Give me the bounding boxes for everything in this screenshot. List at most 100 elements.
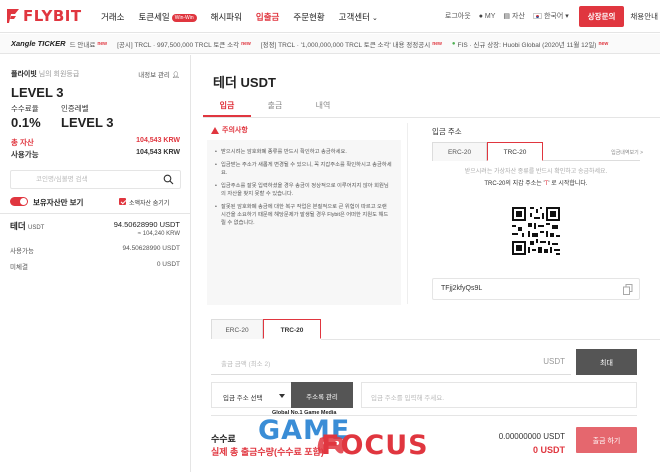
divider [0, 213, 191, 214]
withdraw-submit-button[interactable]: 출금 하기 [576, 427, 637, 453]
coin-amount: 94.50628990 USDT [113, 220, 180, 229]
win-win-badge: Win-Win [171, 14, 197, 22]
recruit-link[interactable]: 채용안내 [630, 11, 658, 22]
address-book-button[interactable]: 주소록 관리 [291, 382, 353, 408]
brand-logo[interactable]: FLYBIT [6, 7, 82, 25]
withdraw-amount-placeholder: 출금 금액 (최소 2) [221, 361, 271, 368]
deposit-address-field[interactable]: TFjj2kfyQs9L [432, 278, 640, 300]
deposit-address-title: 입금 주소 [432, 127, 462, 136]
menu-order-status[interactable]: 주문현황 [293, 11, 324, 23]
fee-rate-value: 0.1% [11, 115, 41, 130]
korea-flag-icon [532, 13, 542, 19]
user-icon: ● [478, 12, 483, 20]
chevron-down-icon [279, 394, 285, 398]
copy-icon[interactable] [623, 284, 633, 295]
deposit-address-section: 입금 주소 ERC-20 TRC-20 입금내역보기 > 받으시려는 가상자산 … [416, 123, 660, 304]
search-icon[interactable] [163, 174, 174, 185]
holdings-only-toggle[interactable] [10, 197, 28, 206]
my-info-link[interactable]: 내정보 관리 👤︎ [138, 69, 180, 79]
chevron-down-icon: ▾ [565, 13, 569, 20]
wallet-icon: ▤ [503, 13, 511, 20]
withdraw-address-input[interactable]: 입금 주소를 입력해 주세요. [361, 382, 637, 408]
language-select[interactable]: 한국어 ▾ [532, 11, 571, 21]
menu-exchange[interactable]: 거래소 [101, 11, 124, 23]
ticker-label: Xangle TICKER [11, 39, 66, 48]
user-menu: 로그아웃 ● MY ▤ 자산 한국어 ▾ 상장문의 채용안내 [445, 5, 660, 27]
auth-level-value: LEVEL 3 [61, 115, 114, 130]
notice-item: 입금주소를 잘못 입력하셨을 경우 송금이 정상적으로 이루어지지 않아 회원님… [215, 182, 393, 198]
notice-section: 주의사항 받으시려는 암호화폐 종류를 반드시 확인하고 송금하세요. 입금받는… [203, 123, 408, 305]
my-link[interactable]: ● MY [479, 13, 496, 20]
menu-token-sale[interactable]: 토큰세일 Win-Win [138, 11, 197, 23]
withdraw-amount-input[interactable]: 출금 금액 (최소 2) USDT [211, 349, 571, 375]
total-assets-value: 104,543 KRW [136, 137, 180, 144]
brand-name: FLYBIT [23, 7, 82, 25]
divider [203, 117, 660, 118]
watermark-word-focus: FOCUS [321, 430, 429, 461]
available-value: 104,543 KRW [136, 149, 180, 156]
coin-search [10, 170, 181, 189]
asset-sidebar: 플라이빗 님의 회원등급 내정보 관리 👤︎ LEVEL 3 수수료율 인증레벨… [0, 55, 191, 472]
hide-small-checkbox[interactable] [119, 198, 126, 205]
hide-small-label: 소액자산 숨기기 [129, 201, 170, 207]
coin-available-label: 사용가능 [10, 248, 34, 255]
coin-pending-value: 0 USDT [156, 261, 180, 268]
tab-trc20[interactable]: TRC-20 [263, 319, 321, 339]
assets-link[interactable]: ▤ 자산 [503, 11, 525, 21]
auth-level-label: 인증레벨 [61, 104, 89, 113]
chevron-down-icon: ⌄ [371, 15, 378, 22]
member-grade-label: 플라이빗 님의 회원등급 [11, 71, 80, 78]
fee-rate-label: 수수료율 [11, 104, 39, 113]
page-title: 테더 USDT [213, 75, 276, 90]
transfer-tabs: 입금 출금 내역 [203, 97, 403, 117]
tab-deposit[interactable]: 입금 [203, 97, 251, 117]
coin-pending-label: 미체결 [10, 264, 28, 271]
coin-krw-value: ≈ 104,240 KRW [137, 231, 180, 237]
total-assets-label: 총 자산 [11, 138, 34, 147]
ticker-item[interactable]: 드 안내료 new [70, 39, 107, 49]
fee-label: 수수료 [211, 434, 236, 444]
notice-list: 받으시려는 암호화폐 종류를 반드시 확인하고 송금하세요. 입금받는 주소가 … [207, 140, 401, 305]
ticker-item[interactable]: [정정] TRCL · '1,000,000,000 TRCL 토큰 소각' 내… [261, 39, 442, 49]
ticker-item[interactable]: ● FIS · 신규 상장: Huobi Global (2020년 11월 12… [452, 39, 608, 49]
deposit-qr-code [510, 205, 562, 257]
notice-title: 주의사항 [211, 125, 248, 135]
amount-unit: USDT [543, 357, 565, 366]
withdraw-network-tabs: ERC-20 TRC-20 [211, 319, 321, 339]
menu-customer-center[interactable]: 고객센터 ⌄ [339, 11, 378, 23]
top-navigation: FLYBIT 거래소 토큰세일 Win-Win 해시파워 입출금 주문현황 고객센… [0, 0, 660, 33]
notice-item: 받으시려는 암호화폐 종류를 반드시 확인하고 송금하세요. [215, 148, 393, 156]
tab-erc20[interactable]: ERC-20 [211, 319, 263, 339]
logout-link[interactable]: 로그아웃 [445, 11, 471, 21]
max-button[interactable]: 최대 [576, 349, 637, 375]
total-withdraw-value: 0 USDT [532, 445, 565, 455]
notice-item: 입금받는 주소가 새롭게 변경될 수 있으니, 꼭 지갑주소를 확인하시고 송금… [215, 161, 393, 177]
user-icon: 👤︎ [171, 72, 180, 79]
address-prefix-note: TRC-20의 지갑 주소는 'T' 로 시작합니다. [484, 181, 588, 187]
network-tabs: ERC-20 TRC-20 입금내역보기 > [432, 142, 643, 161]
fee-value: 0.00000000 USDT [498, 432, 565, 441]
deposit-note: 받으시려는 가상자산 종류를 반드시 확인하고 송금하세요. [464, 169, 608, 175]
tab-erc20[interactable]: ERC-20 [432, 142, 487, 161]
holdings-only-label: 보유자산만 보기 [33, 198, 84, 207]
tab-trc20[interactable]: TRC-20 [487, 142, 543, 161]
watermark: Global No.1 Game Media GAME FOCUS [258, 410, 428, 472]
available-label: 사용가능 [11, 150, 39, 159]
tab-withdraw[interactable]: 출금 [251, 97, 299, 117]
divider [321, 339, 660, 340]
main-menu: 거래소 토큰세일 Win-Win 해시파워 입출금 주문현황 고객센터 ⌄ [101, 11, 392, 23]
menu-hash-power[interactable]: 해시파워 [211, 11, 242, 23]
ticker-item[interactable]: [공시] TRCL · 997,500,000 TRCL 토큰 소각 new [117, 39, 251, 49]
news-ticker: Xangle TICKER 드 안내료 new [공시] TRCL · 997,5… [0, 34, 660, 54]
logo-mark-icon [6, 8, 20, 24]
notice-item: 잘못된 암호화폐 송금에 대한 복구 작업은 본질적으로 큰 위험이 따르고 오… [215, 203, 393, 227]
tab-history[interactable]: 내역 [299, 97, 347, 117]
deposit-history-link[interactable]: 입금내역보기 > [611, 142, 643, 161]
coin-name[interactable]: 테더 USDT [10, 220, 44, 232]
member-level: LEVEL 3 [11, 85, 64, 100]
menu-deposit-withdraw[interactable]: 입출금 [256, 11, 279, 23]
warning-icon [211, 126, 219, 134]
listing-inquiry-button[interactable]: 상장문의 [578, 5, 625, 27]
coin-search-input[interactable] [11, 171, 151, 188]
address-select[interactable]: 입금 주소 선택 [211, 382, 291, 408]
